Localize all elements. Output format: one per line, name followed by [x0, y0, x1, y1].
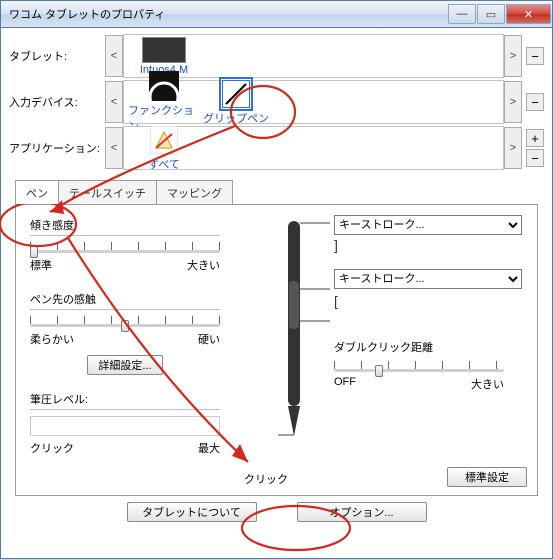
tab-panel-pen: 傾き感度 標準 大きい ペン先の感触 柔らかい 硬い 詳細設定...	[15, 204, 538, 496]
pressure-level-label: 筆圧レベル:	[30, 391, 220, 410]
tilt-max-label: 大きい	[187, 257, 220, 273]
all-apps-icon	[149, 125, 179, 155]
app-prev-button[interactable]: <	[105, 127, 123, 169]
pen-graphic	[258, 211, 334, 451]
app-next-button[interactable]: >	[504, 127, 522, 169]
double-click-distance-slider[interactable]	[334, 369, 504, 372]
upper-button-select[interactable]: キーストローク...	[334, 215, 522, 235]
options-button[interactable]: オプション...	[297, 502, 427, 522]
minimize-button[interactable]: —	[448, 4, 476, 24]
tablet-next-button[interactable]: >	[504, 35, 522, 77]
tab-pen[interactable]: ペン	[15, 180, 59, 204]
tool-prev-button[interactable]: <	[105, 81, 123, 123]
advanced-settings-button[interactable]: 詳細設定...	[87, 355, 162, 375]
double-click-min-label: OFF	[334, 376, 356, 392]
pressure-max-label: 最大	[198, 440, 220, 456]
functions-icon	[149, 71, 179, 101]
window-title: ワコム タブレットのプロパティ	[9, 6, 448, 22]
tool-item-label: グリップペン	[203, 110, 269, 126]
tablet-row-label: タブレット:	[9, 48, 105, 64]
maximize-button[interactable]: ▭	[477, 4, 505, 24]
about-tablet-button[interactable]: タブレットについて	[127, 502, 257, 522]
app-remove-button[interactable]: −	[526, 149, 544, 167]
tilt-sensitivity-slider[interactable]	[30, 250, 220, 253]
tip-min-label: 柔らかい	[30, 331, 74, 347]
tip-max-label: 硬い	[198, 331, 220, 347]
app-item-label: すべて	[148, 156, 180, 172]
tilt-sensitivity-label: 傾き感度	[30, 217, 220, 236]
tool-selector[interactable]: ファンクション グリップペン	[123, 80, 504, 124]
close-button[interactable]: ✕	[506, 4, 551, 24]
app-selector[interactable]: すべて	[123, 126, 504, 170]
titlebar: ワコム タブレットのプロパティ — ▭ ✕	[1, 1, 552, 28]
pressure-min-label: クリック	[30, 440, 74, 456]
tool-next-button[interactable]: >	[504, 81, 522, 123]
tool-row-label: 入力デバイス:	[9, 94, 105, 110]
tablet-prev-button[interactable]: <	[105, 35, 123, 77]
lower-button-select[interactable]: キーストローク...	[334, 269, 522, 289]
tab-tail-switch[interactable]: テールスイッチ	[58, 180, 157, 204]
double-click-distance-label: ダブルクリック距離	[334, 339, 534, 355]
tablet-thumb-icon	[142, 37, 186, 63]
pressure-test-area[interactable]	[30, 416, 220, 436]
tip-feel-slider[interactable]	[30, 324, 220, 327]
click-label: クリック	[244, 471, 288, 487]
tool-remove-button[interactable]: −	[526, 93, 544, 111]
tip-feel-label: ペン先の感触	[30, 291, 220, 310]
tablet-remove-button[interactable]: −	[526, 47, 544, 65]
double-click-max-label: 大きい	[471, 376, 504, 392]
default-settings-button[interactable]: 標準設定	[447, 467, 527, 487]
tab-mapping[interactable]: マッピング	[156, 180, 233, 204]
app-add-button[interactable]: +	[526, 129, 544, 147]
grip-pen-icon	[221, 79, 251, 109]
app-row-label: アプリケーション:	[9, 140, 105, 156]
tilt-min-label: 標準	[30, 257, 52, 273]
